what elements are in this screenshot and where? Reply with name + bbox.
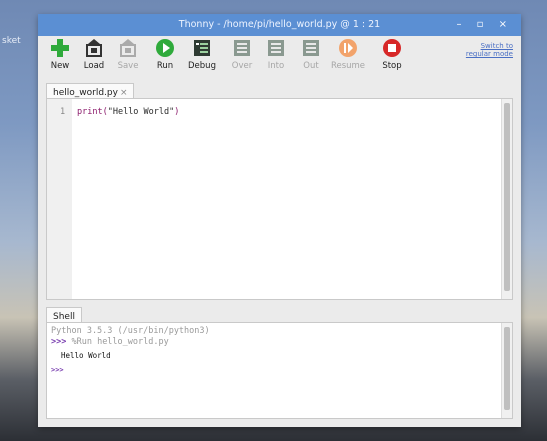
step-out-button[interactable]: Out — [293, 38, 329, 71]
code-editor[interactable]: 1 print("Hello World") — [46, 98, 513, 300]
code-string: "Hello World" — [107, 107, 175, 117]
window-controls[interactable]: – ▫ × — [456, 14, 513, 36]
shell-command-line: >>> %Run hello_world.py — [51, 337, 169, 347]
editor-scroll-thumb[interactable] — [504, 103, 510, 291]
debug-label: Debug — [188, 61, 216, 71]
run-label: Run — [156, 61, 174, 71]
debug-icon — [192, 38, 212, 58]
code-func: print( — [77, 107, 108, 117]
debug-button[interactable]: Debug — [184, 38, 220, 71]
load-label: Load — [83, 61, 105, 71]
line-gutter: 1 — [47, 99, 72, 299]
editor-tabs: hello_world.py × — [46, 80, 135, 102]
shell-scrollbar[interactable] — [501, 323, 512, 418]
code-end: ) — [174, 107, 180, 117]
run-icon — [155, 38, 175, 58]
resume-label: Resume — [330, 61, 366, 71]
run-button[interactable]: Run — [147, 38, 183, 71]
python-version: Python 3.5.3 (/usr/bin/python3) — [51, 326, 210, 336]
thonny-window: Thonny - /home/pi/hello_world.py @ 1 : 2… — [38, 14, 521, 427]
step-over-button[interactable]: Over — [224, 38, 260, 71]
save-icon — [118, 38, 138, 58]
line-number: 1 — [60, 107, 66, 117]
stop-label: Stop — [382, 61, 402, 71]
step-over-icon — [232, 38, 252, 58]
switch-to-regular-mode-link[interactable]: Switch to regular mode — [466, 42, 513, 58]
switch-line-2: regular mode — [465, 50, 513, 58]
step-out-label: Out — [303, 61, 319, 71]
step-into-icon — [266, 38, 286, 58]
toolbar: New Load Save Run Debug Over Into Out Re… — [38, 36, 521, 78]
step-over-label: Over — [231, 61, 253, 71]
shell-panel[interactable]: Python 3.5.3 (/usr/bin/python3) >>> %Run… — [46, 322, 513, 419]
code-line: print("Hello World") — [77, 107, 179, 117]
resume-button[interactable]: Resume — [330, 38, 366, 71]
step-out-icon — [301, 38, 321, 58]
program-output: Hello World — [61, 351, 111, 360]
desktop-icon-label[interactable]: sket — [2, 36, 21, 46]
stop-button[interactable]: Stop — [374, 38, 410, 71]
new-button[interactable]: New — [42, 38, 78, 71]
tab-label: hello_world.py — [53, 88, 118, 98]
shell-tabs: Shell — [46, 304, 82, 326]
stop-icon — [382, 38, 402, 58]
window-title: Thonny - /home/pi/hello_world.py @ 1 : 2… — [178, 19, 381, 30]
save-label: Save — [117, 61, 139, 71]
save-button[interactable]: Save — [110, 38, 146, 71]
switch-line-1: Switch to — [480, 42, 513, 50]
load-icon — [84, 38, 104, 58]
new-label: New — [50, 61, 70, 71]
new-plus-icon — [50, 38, 70, 58]
load-button[interactable]: Load — [76, 38, 112, 71]
close-tab-icon[interactable]: × — [120, 88, 128, 98]
shell-prompt: >>> — [51, 337, 67, 347]
step-into-button[interactable]: Into — [258, 38, 294, 71]
editor-scrollbar[interactable] — [501, 99, 512, 299]
step-into-label: Into — [267, 61, 285, 71]
shell-scroll-thumb[interactable] — [504, 327, 510, 410]
resume-icon — [338, 38, 358, 58]
shell-prompt-current[interactable]: >>> — [51, 366, 64, 374]
title-bar[interactable]: Thonny - /home/pi/hello_world.py @ 1 : 2… — [38, 14, 521, 36]
run-command: %Run hello_world.py — [71, 337, 169, 347]
